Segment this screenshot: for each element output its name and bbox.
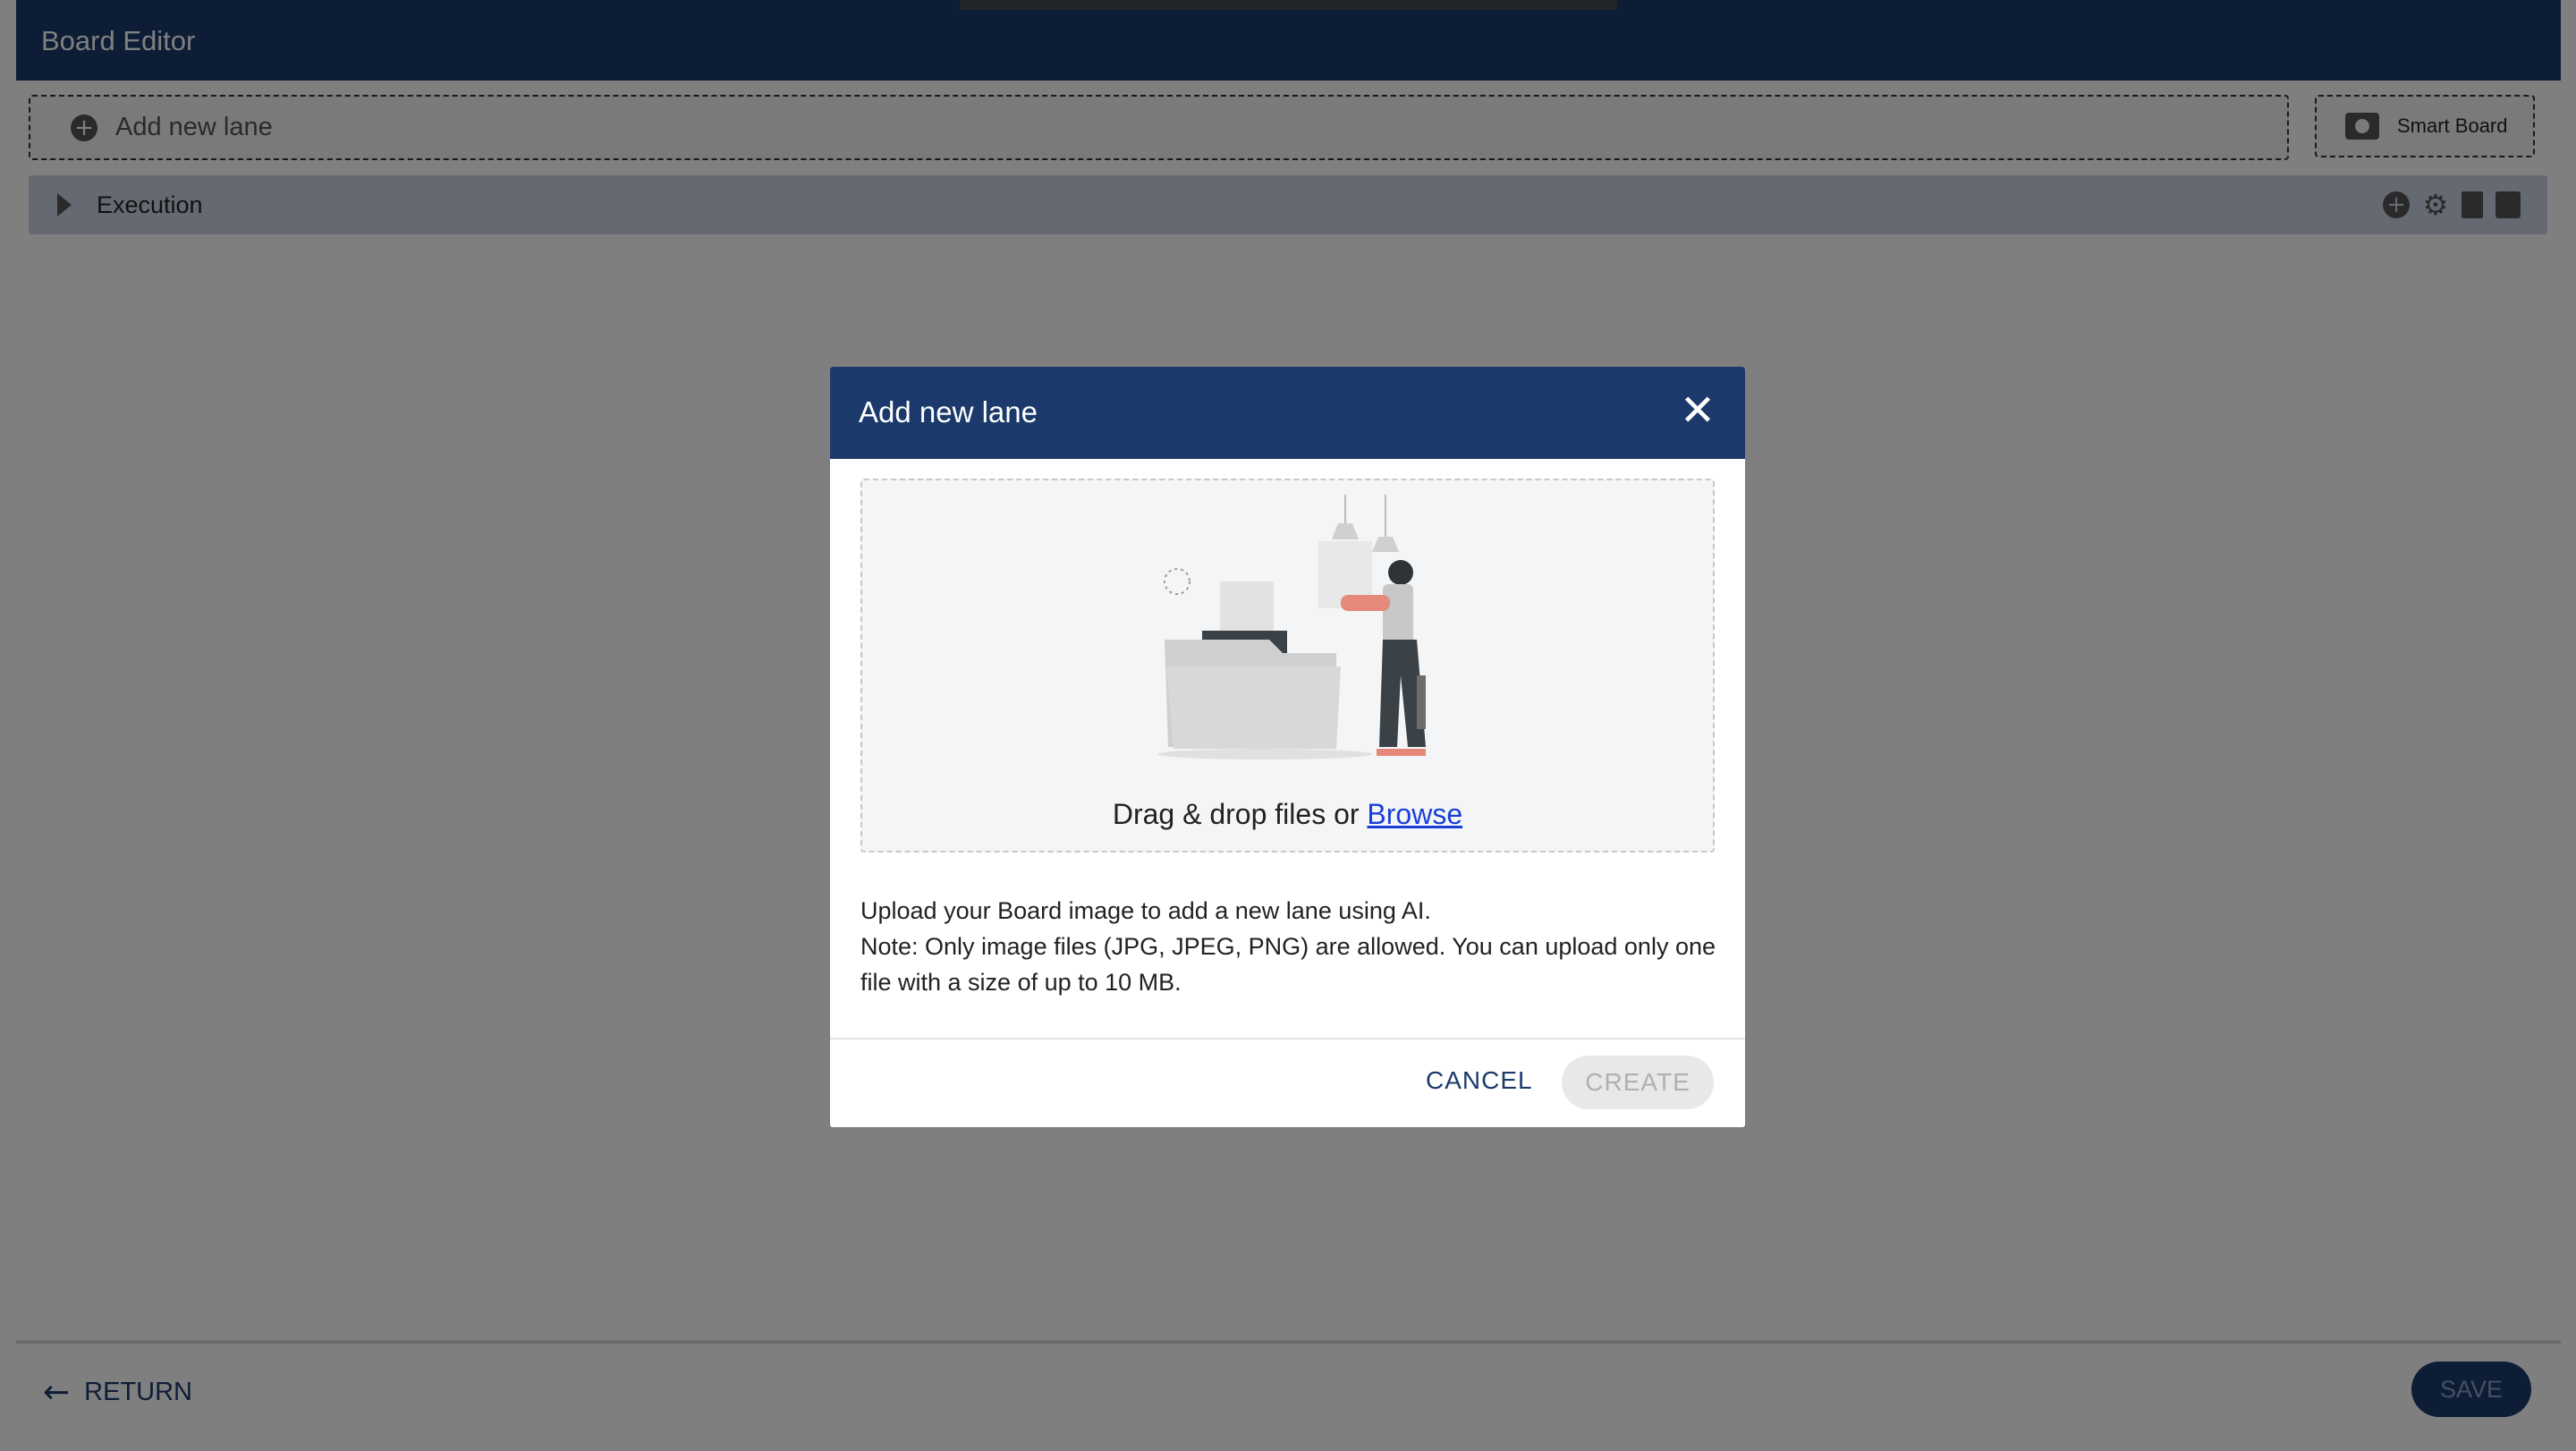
dropzone-text: Drag & drop files or Browse: [862, 798, 1713, 831]
description-line-1: Upload your Board image to add a new lan…: [860, 897, 1431, 924]
description-line-2: Note: Only image files (JPG, JPEG, PNG) …: [860, 933, 1716, 996]
add-lane-dialog: Add new lane ✕ Drag & drop files or Brow…: [830, 367, 1745, 1127]
file-dropzone[interactable]: Drag & drop files or Browse: [860, 479, 1715, 853]
dialog-header: Add new lane ✕: [830, 367, 1745, 459]
cancel-button[interactable]: CANCEL: [1426, 1066, 1533, 1095]
browse-link[interactable]: Browse: [1367, 798, 1462, 830]
dropzone-label: Drag & drop files or: [1112, 798, 1360, 830]
dialog-footer: CANCEL CREATE: [830, 1038, 1745, 1127]
create-button[interactable]: CREATE: [1562, 1056, 1714, 1109]
dialog-title: Add new lane: [859, 395, 1038, 429]
upload-illustration: [1157, 495, 1426, 759]
dialog-description: Upload your Board image to add a new lan…: [860, 893, 1719, 1000]
close-icon[interactable]: ✕: [1675, 388, 1720, 433]
